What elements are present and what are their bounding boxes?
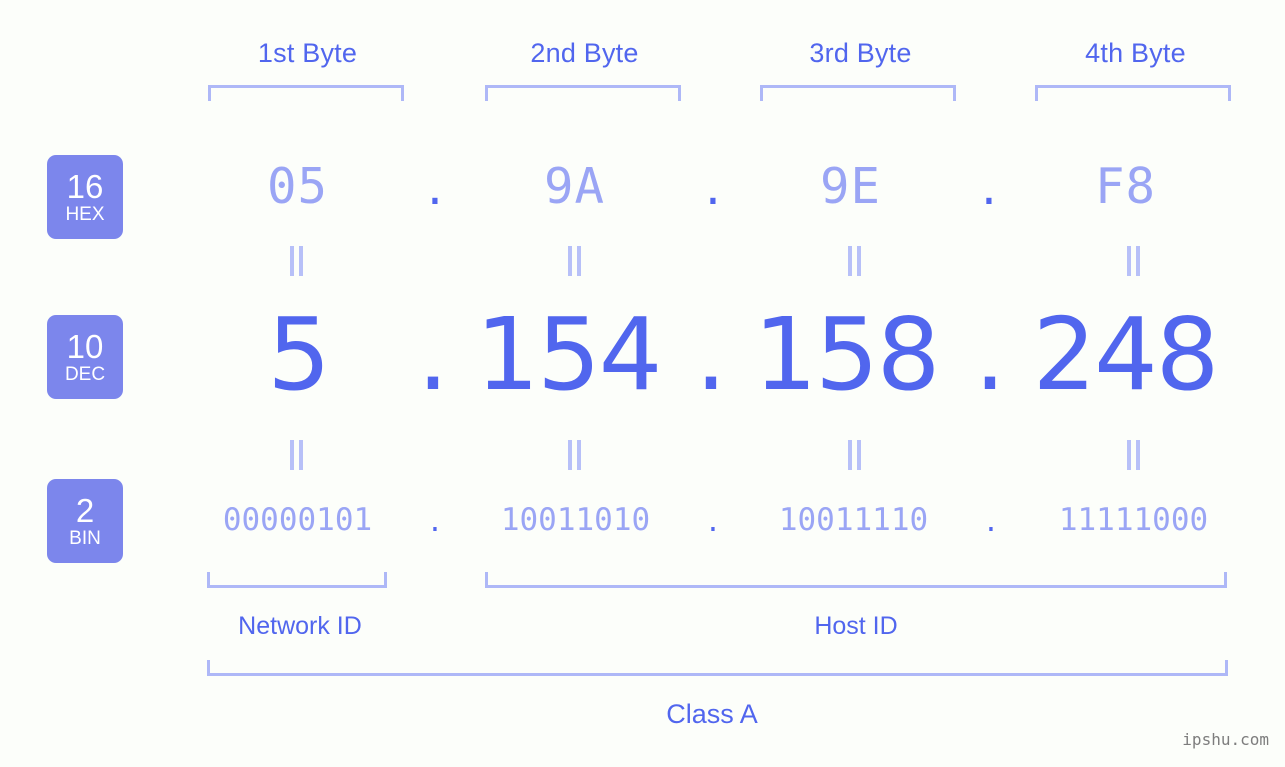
byte-bracket-top-2 <box>485 85 681 101</box>
equals-icon-hex-dec-4 <box>1126 246 1142 276</box>
hex-separator-1: . <box>427 158 443 216</box>
class-label: Class A <box>666 699 758 729</box>
dec-separator-3: . <box>974 296 1006 413</box>
byte-header-4: 4th Byte <box>1085 38 1186 68</box>
equals-icon-dec-bin-1 <box>289 440 305 470</box>
byte-bracket-top-4 <box>1035 85 1231 101</box>
base-badge-hex: 16 HEX <box>47 155 123 239</box>
host-id-label: Host ID <box>814 612 898 640</box>
bin-separator-3: . <box>985 501 997 539</box>
byte-bracket-top-3 <box>760 85 956 101</box>
equals-icon-hex-dec-1 <box>289 246 305 276</box>
base-badge-bin-name: BIN <box>69 527 101 549</box>
equals-icon-dec-bin-3 <box>847 440 863 470</box>
hex-byte-2: 9A <box>543 158 605 215</box>
class-bracket <box>207 660 1228 676</box>
network-id-label: Network ID <box>238 612 362 640</box>
hex-separator-2: . <box>705 158 721 216</box>
dec-separator-1: . <box>417 296 449 413</box>
bin-separator-2: . <box>707 501 719 539</box>
bin-byte-1: 00000101 <box>222 502 373 538</box>
hex-byte-3: 9E <box>819 158 881 215</box>
bin-separator-1: . <box>429 501 441 539</box>
equals-icon-hex-dec-2 <box>567 246 583 276</box>
dec-byte-3: 158 <box>753 296 941 413</box>
equals-icon-dec-bin-4 <box>1126 440 1142 470</box>
bin-byte-2: 10011010 <box>500 502 651 538</box>
hex-byte-1: 05 <box>266 158 328 215</box>
base-badge-bin: 2 BIN <box>47 479 123 563</box>
byte-header-3: 3rd Byte <box>809 38 912 68</box>
base-badge-hex-number: 16 <box>66 167 104 205</box>
byte-header-1: 1st Byte <box>257 38 358 68</box>
base-badge-bin-number: 2 <box>75 491 95 529</box>
byte-header-2: 2nd Byte <box>530 38 639 68</box>
equals-icon-dec-bin-2 <box>567 440 583 470</box>
base-badge-hex-name: HEX <box>65 203 105 225</box>
byte-bracket-top-1 <box>208 85 404 101</box>
network-id-bracket <box>207 572 387 588</box>
base-badge-dec-name: DEC <box>64 363 106 385</box>
base-badge-dec: 10 DEC <box>47 315 123 399</box>
hex-separator-3: . <box>981 158 997 216</box>
host-id-bracket <box>485 572 1227 588</box>
dec-byte-1: 5 <box>267 296 331 413</box>
dec-byte-4: 248 <box>1032 296 1220 413</box>
ip-address-breakdown-diagram: 1st Byte 2nd Byte 3rd Byte 4th Byte 16 H… <box>0 0 1285 767</box>
base-badge-dec-number: 10 <box>66 327 104 365</box>
hex-byte-4: F8 <box>1094 158 1156 215</box>
dec-byte-2: 154 <box>475 296 663 413</box>
site-watermark: ipshu.com <box>1182 730 1269 749</box>
dec-separator-2: . <box>695 296 727 413</box>
equals-icon-hex-dec-3 <box>847 246 863 276</box>
bin-byte-4: 11111000 <box>1058 502 1209 538</box>
bin-byte-3: 10011110 <box>778 502 929 538</box>
